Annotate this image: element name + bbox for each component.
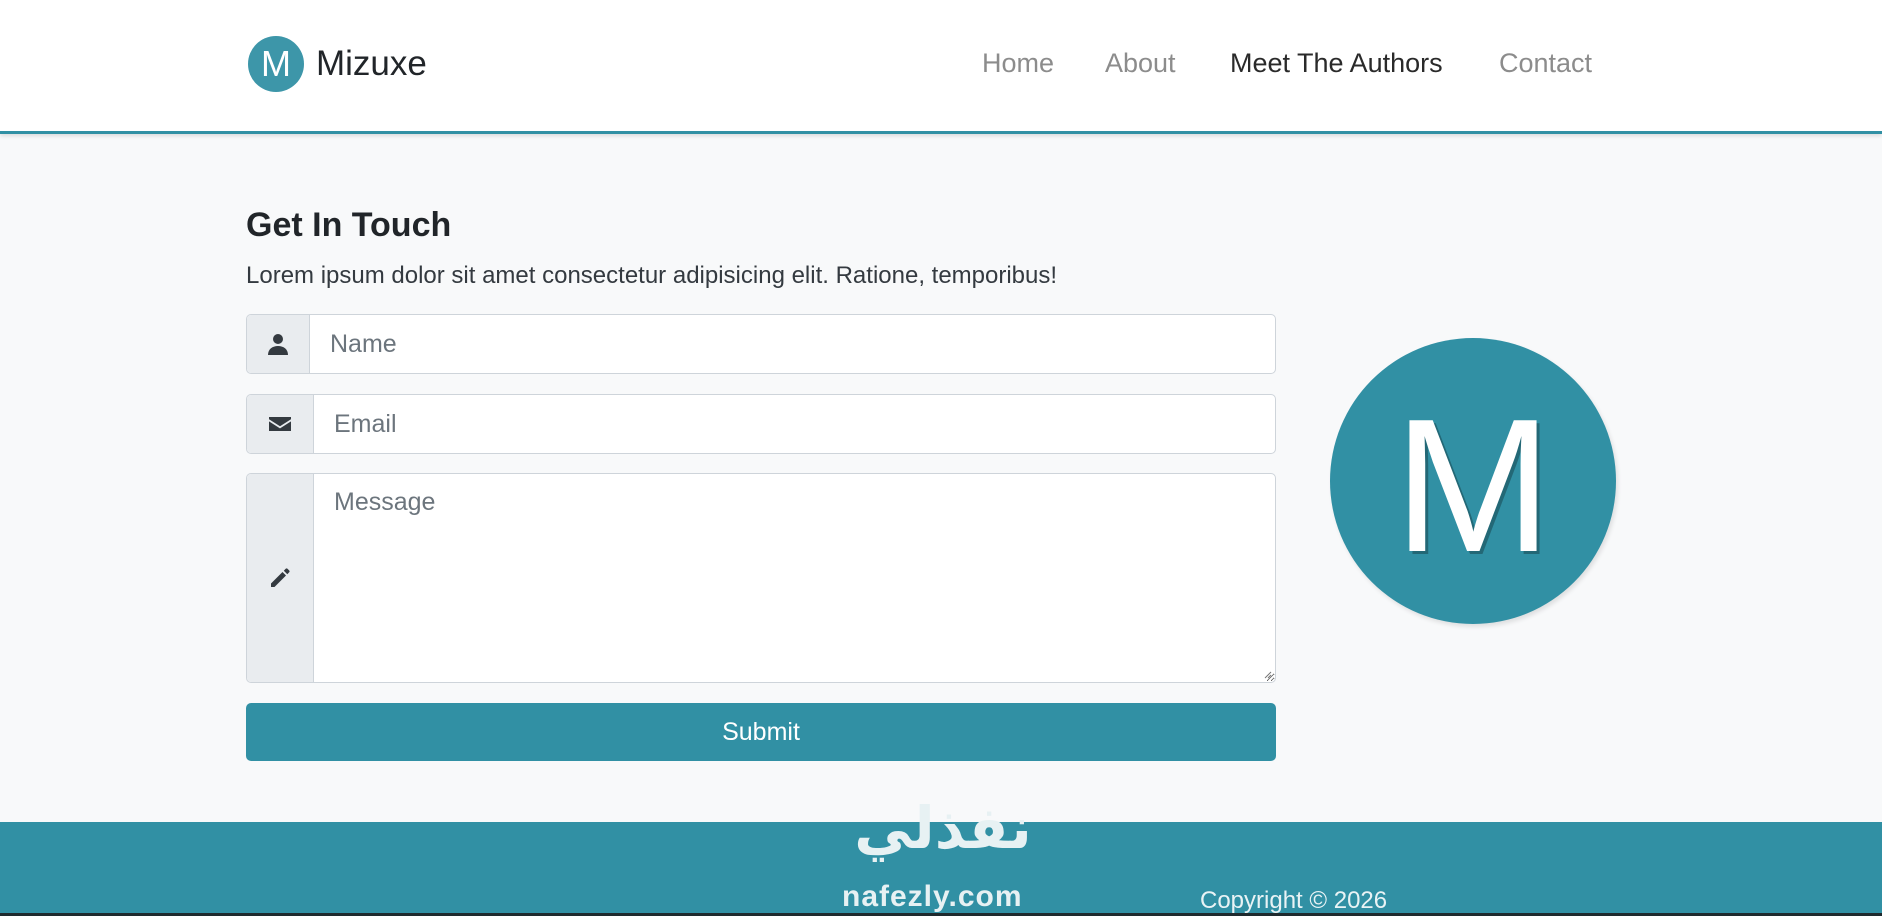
nav-contact[interactable]: Contact [1499, 48, 1592, 79]
nafezly-watermark: نفذلي nafezly.com [836, 800, 1050, 916]
email-input-group [246, 394, 1276, 454]
nav-about[interactable]: About [1105, 48, 1176, 79]
main-nav: Home About Meet The Authors Contact [0, 48, 1882, 88]
nav-home[interactable]: Home [982, 48, 1054, 79]
email-input[interactable] [314, 395, 1275, 453]
pencil-icon [247, 474, 314, 682]
name-input[interactable] [310, 315, 1275, 373]
name-input-group [246, 314, 1276, 374]
nav-meet-the-authors[interactable]: Meet The Authors [1230, 48, 1443, 79]
message-input-group [246, 473, 1276, 683]
resize-grip-icon[interactable] [1262, 669, 1272, 679]
watermark-latin: nafezly.com [842, 880, 1023, 913]
contact-lead: Lorem ipsum dolor sit amet consectetur a… [246, 262, 1058, 289]
side-logo-letter: M [1394, 380, 1552, 592]
side-logo: M M [1330, 338, 1616, 624]
envelope-icon [247, 395, 314, 453]
submit-button[interactable]: Submit [246, 703, 1276, 761]
navbar: M Mizuxe Home About Meet The Authors Con… [0, 0, 1882, 134]
user-icon [247, 315, 310, 373]
contact-title: Get In Touch [246, 206, 452, 244]
message-textarea[interactable] [314, 474, 1275, 682]
watermark-arabic: نفذلي [854, 796, 1032, 861]
copyright-text: Copyright © 2026 [1200, 887, 1388, 914]
